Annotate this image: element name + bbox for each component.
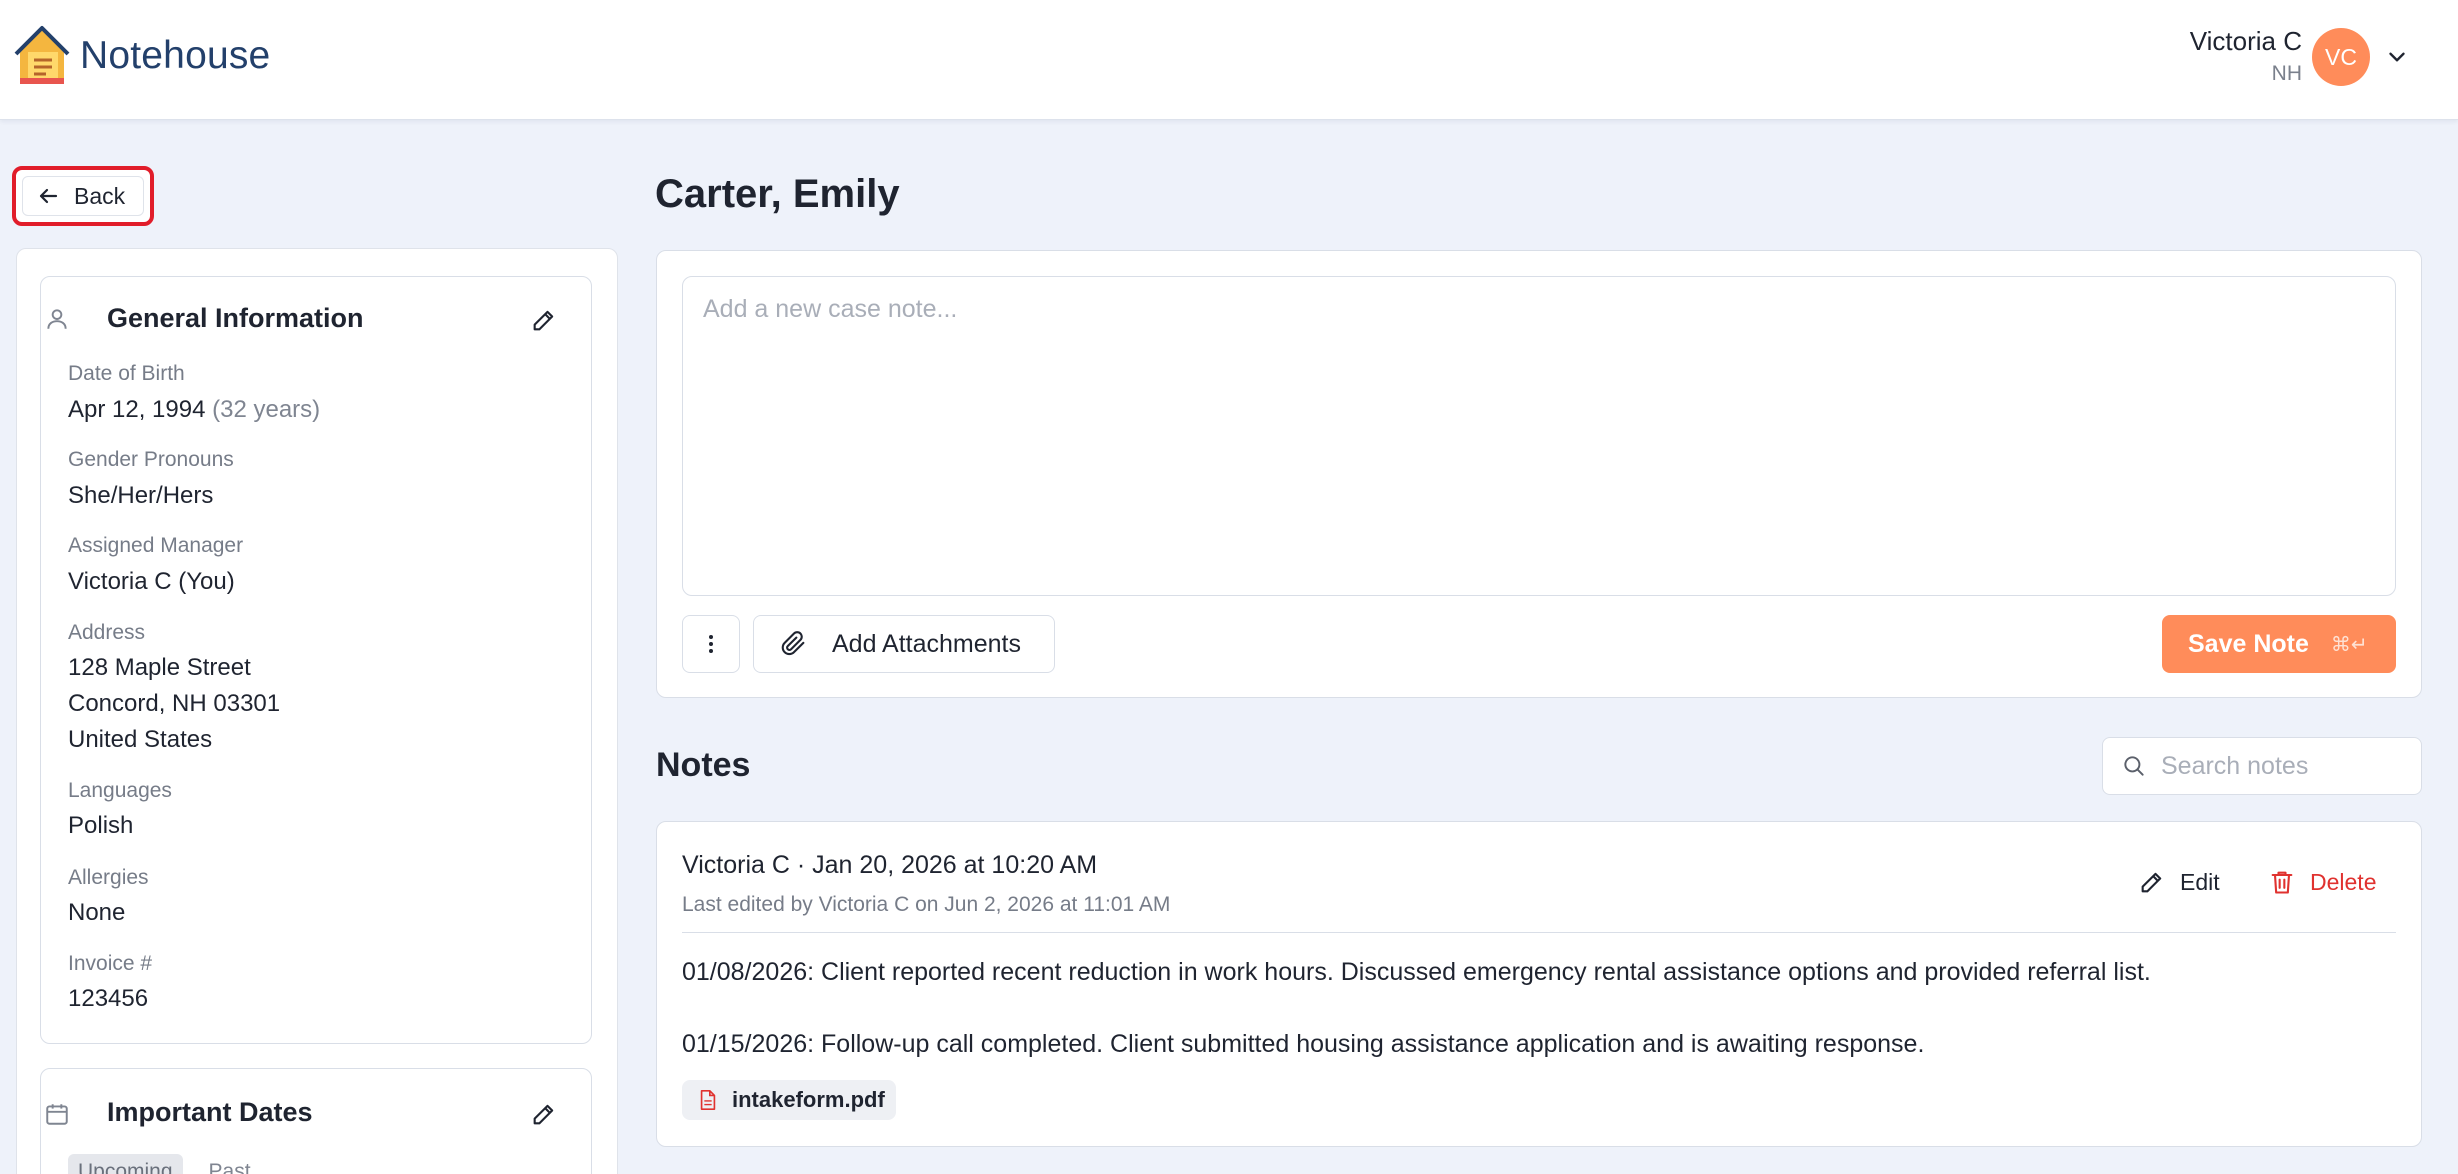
chevron-down-icon[interactable]	[2384, 44, 2410, 70]
more-options-button[interactable]	[682, 615, 740, 673]
address-line-1: 128 Maple Street	[68, 654, 251, 681]
brand-name[interactable]: Notehouse	[80, 34, 270, 78]
case-note-input[interactable]	[682, 276, 2396, 596]
add-attachments-label: Add Attachments	[832, 629, 1022, 658]
allergies-value: None	[68, 899, 126, 926]
note-divider	[682, 932, 2396, 933]
user-org: NH	[2271, 62, 2302, 85]
paperclip-icon	[781, 631, 805, 656]
calendar-icon	[46, 1104, 68, 1125]
dob-label: Date of Birth	[68, 362, 185, 385]
address-line-2: Concord, NH 03301	[68, 690, 281, 717]
attachment-filename: intakeform.pdf	[732, 1087, 885, 1112]
user-icon	[47, 309, 67, 329]
tab-upcoming[interactable]: Upcoming	[68, 1154, 183, 1174]
tab-past[interactable]: Past	[199, 1154, 261, 1174]
vertical-dots-icon	[709, 635, 713, 653]
notes-heading: Notes	[656, 746, 751, 784]
important-dates-title: Important Dates	[107, 1097, 313, 1127]
arrow-left-icon	[39, 188, 58, 204]
note-body-line-1: 01/08/2026: Client reported recent reduc…	[682, 958, 2151, 986]
general-information-title: General Information	[107, 303, 364, 333]
delete-note-label: Delete	[2310, 868, 2377, 895]
search-notes-box[interactable]	[2102, 737, 2422, 795]
languages-value: Polish	[68, 812, 134, 839]
user-avatar[interactable]: VC	[2312, 28, 2370, 86]
pronouns-label: Gender Pronouns	[68, 448, 234, 471]
note-body-line-2: 01/15/2026: Follow-up call completed. Cl…	[682, 1030, 1925, 1058]
house-logo-icon[interactable]	[14, 22, 70, 88]
save-note-label: Save Note	[2188, 629, 2309, 658]
edit-note-button[interactable]: Edit	[2138, 868, 2220, 896]
dob-date: Apr 12, 1994	[68, 396, 206, 423]
back-button-label: Back	[74, 182, 126, 209]
note-author-timestamp: Victoria C · Jan 20, 2026 at 10:20 AM	[682, 851, 1098, 879]
trash-icon	[2271, 871, 2293, 894]
search-icon	[2124, 756, 2144, 776]
dob-age: (32 years)	[212, 396, 321, 423]
allergies-label: Allergies	[68, 866, 149, 889]
pdf-file-icon	[700, 1090, 716, 1110]
edit-general-info-pencil-icon[interactable]	[530, 306, 558, 334]
edit-note-label: Edit	[2180, 868, 2220, 895]
attachment-chip[interactable]: intakeform.pdf	[682, 1080, 896, 1120]
search-notes-input[interactable]	[2161, 751, 2401, 781]
invoice-label: Invoice #	[68, 952, 153, 975]
invoice-value: 123456	[68, 985, 149, 1012]
add-attachments-button[interactable]: Add Attachments	[753, 615, 1055, 673]
save-shortcut-hint: ⌘↵	[2330, 633, 2368, 656]
manager-label: Assigned Manager	[68, 534, 244, 557]
top-header: Notehouse Victoria C NH VC	[0, 0, 2458, 120]
pronouns-value: She/Her/Hers	[68, 482, 214, 509]
address-label: Address	[68, 621, 146, 644]
pencil-icon	[2141, 872, 2162, 893]
manager-value: Victoria C (You)	[68, 568, 235, 595]
dates-tabs: Upcoming Past	[68, 1154, 261, 1174]
note-last-edited: Last edited by Victoria C on Jun 2, 2026…	[682, 893, 1171, 916]
edit-dates-pencil-icon[interactable]	[530, 1100, 558, 1128]
save-note-button[interactable]: Save Note ⌘↵	[2162, 615, 2396, 673]
client-name-title: Carter, Emily	[655, 172, 900, 216]
address-line-3: United States	[68, 726, 213, 753]
delete-note-button[interactable]: Delete	[2268, 868, 2376, 896]
back-button[interactable]: Back	[12, 166, 154, 226]
languages-label: Languages	[68, 779, 172, 802]
dob-value: Apr 12, 1994 (32 years)	[68, 392, 320, 428]
user-name[interactable]: Victoria C	[2190, 26, 2302, 57]
